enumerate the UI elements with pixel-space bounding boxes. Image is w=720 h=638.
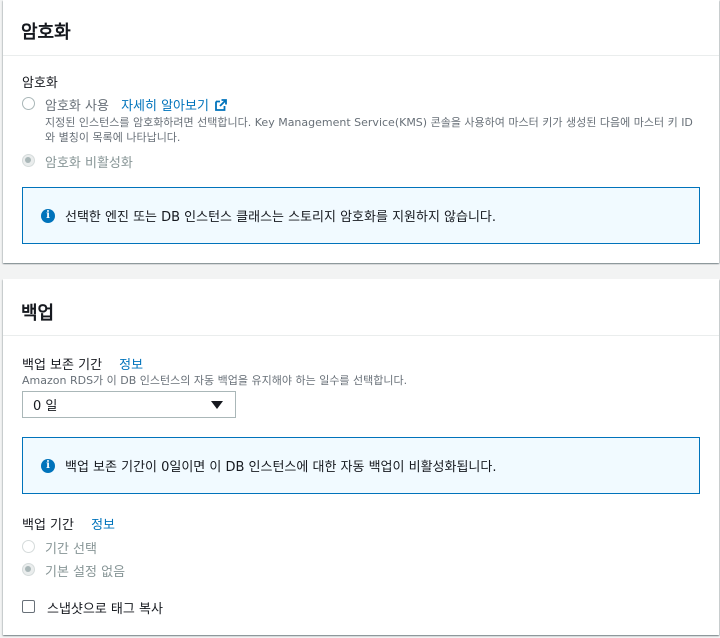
- learn-more-link[interactable]: 자세히 알아보기: [121, 95, 227, 114]
- backup-window-label: 백업 기간: [22, 518, 74, 533]
- retention-period-value: 0 일: [33, 399, 58, 414]
- learn-more-text: 자세히 알아보기: [121, 99, 209, 114]
- encryption-field-label: 암호화: [22, 76, 58, 91]
- encryption-info-alert: i 선택한 엔진 또는 DB 인스턴스 클래스는 스토리지 암호화를 지원하지 …: [22, 187, 700, 244]
- retention-period-select[interactable]: 0 일: [22, 391, 236, 418]
- enable-encryption-label: 암호화 사용: [45, 99, 109, 114]
- disable-encryption-label: 암호화 비활성화: [45, 156, 133, 171]
- copy-tags-label: 스냅샷으로 태그 복사: [47, 602, 163, 617]
- disable-encryption-radio[interactable]: [22, 154, 35, 167]
- select-window-radio[interactable]: [22, 540, 35, 553]
- caret-down-icon: [211, 401, 223, 409]
- no-preference-radio[interactable]: [22, 563, 35, 576]
- retention-period-label: 백업 보존 기간: [22, 358, 103, 373]
- info-icon: i: [41, 208, 55, 223]
- retention-period-description: Amazon RDS가 이 DB 인스턴스의 자동 백업을 유지해야 하는 일수…: [22, 374, 408, 387]
- retention-label-row: 백업 보존 기간 정보: [22, 354, 143, 373]
- backup-panel-title: 백업: [3, 279, 719, 336]
- backup-window-info-link[interactable]: 정보: [91, 518, 115, 533]
- select-window-label: 기간 선택: [45, 542, 97, 557]
- retention-info-link[interactable]: 정보: [119, 358, 143, 373]
- enable-encryption-option[interactable]: 암호화 사용 자세히 알아보기 지정된 인스턴스를 암호화하려면 선택합니다. …: [22, 95, 702, 145]
- backup-alert-text: 백업 보존 기간이 0일이면 이 DB 인스턴스에 대한 자동 백업이 비활성화…: [65, 460, 497, 475]
- info-icon: i: [41, 458, 55, 473]
- select-window-option[interactable]: 기간 선택: [22, 538, 97, 557]
- backup-panel: 백업 백업 보존 기간 정보 Amazon RDS가 이 DB 인스턴스의 자동…: [3, 279, 719, 635]
- copy-tags-checkbox[interactable]: [22, 600, 35, 613]
- enable-encryption-description: 지정된 인스턴스를 암호화하려면 선택합니다. Key Management S…: [45, 116, 693, 144]
- backup-window-label-row: 백업 기간 정보: [22, 514, 115, 533]
- no-preference-label: 기본 설정 없음: [45, 565, 126, 580]
- encryption-panel: 암호화 암호화 암호화 사용 자세히 알아보기 지정된 인스턴스를 암호화하려면…: [3, 0, 719, 263]
- external-link-icon: [215, 98, 227, 111]
- encryption-alert-text: 선택한 엔진 또는 DB 인스턴스 클래스는 스토리지 암호화를 지원하지 않습…: [65, 210, 497, 225]
- no-preference-option[interactable]: 기본 설정 없음: [22, 561, 125, 580]
- copy-tags-option[interactable]: 스냅샷으로 태그 복사: [22, 598, 163, 617]
- encryption-panel-title: 암호화: [3, 0, 719, 56]
- enable-encryption-radio[interactable]: [22, 97, 35, 110]
- disable-encryption-option[interactable]: 암호화 비활성화: [22, 152, 133, 171]
- backup-info-alert: i 백업 보존 기간이 0일이면 이 DB 인스턴스에 대한 자동 백업이 비활…: [22, 437, 700, 494]
